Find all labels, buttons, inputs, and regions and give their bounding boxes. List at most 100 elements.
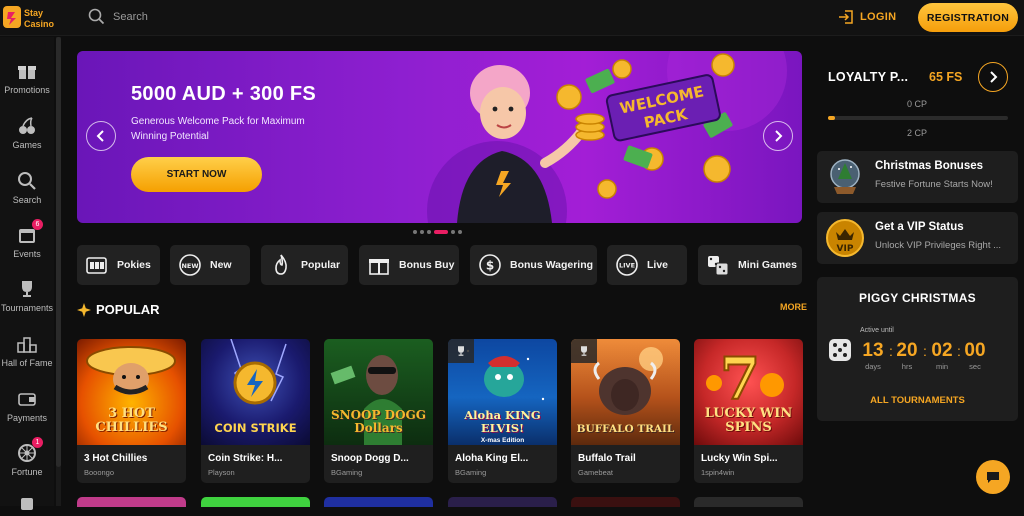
game-card-snoop-dogg-dollars[interactable]: SNOOP DOGG Dollars Snoop Dogg D... BGami… (324, 339, 433, 483)
sidebar-item-more[interactable] (0, 492, 54, 516)
category-new[interactable]: NEW New (170, 245, 250, 285)
banner-prev-button[interactable] (86, 121, 116, 151)
dollar-refresh-icon: $ (479, 254, 501, 276)
game-provider: Gamebeat (578, 468, 614, 477)
pagination-dot[interactable] (451, 230, 455, 234)
game-card-coin-strike[interactable]: COIN STRIKE Coin Strike: H... Playson (201, 339, 310, 483)
game-card-buffalo-trail[interactable]: BUFFALO TRAIL Buffalo Trail Gamebeat (571, 339, 680, 483)
chat-button[interactable] (976, 460, 1010, 494)
pagination-dot[interactable] (413, 230, 417, 234)
game-card-lucky-win-spins[interactable]: 7 LUCKY WIN SPINS Lucky Win Spi... 1spin… (694, 339, 803, 483)
pagination-dot[interactable] (458, 230, 462, 234)
new-badge-icon: NEW (179, 254, 201, 276)
search-icon (88, 8, 105, 25)
stay-casino-logo[interactable]: Stay Casino (2, 4, 64, 32)
game-card-3-hot-chillies[interactable]: 3 HOT CHILLIES 3 Hot Chillies Booongo (77, 339, 186, 483)
promo-subtitle: Festive Fortune Starts Now! (875, 179, 993, 190)
wallet-icon (17, 389, 37, 409)
pagination-dot[interactable] (420, 230, 424, 234)
registration-button[interactable]: REGISTRATION (918, 3, 1018, 32)
game-name: Buffalo Trail (578, 453, 636, 464)
promo-subtitle: Unlock VIP Privileges Right ... (875, 240, 1002, 251)
promo-christmas-bonuses[interactable]: Christmas Bonuses Festive Fortune Starts… (817, 151, 1018, 203)
active-until-label: Active until (860, 327, 894, 334)
game-card-aloha-king-elvis[interactable]: Aloha KING ELVIS! X-mas Edition Aloha Ki… (448, 339, 557, 483)
trophy-icon (581, 346, 587, 356)
calendar-icon: 6 (17, 219, 43, 245)
category-live[interactable]: LIVE Live (607, 245, 687, 285)
trophy-icon (17, 279, 37, 299)
loyalty-progress-fill (828, 116, 836, 120)
loyalty-open-button[interactable] (978, 62, 1008, 92)
tournament-trophy-tag (571, 339, 597, 363)
live-icon: LIVE (616, 254, 638, 276)
chevron-right-icon (990, 71, 998, 83)
game-provider: 1spin4win (701, 468, 735, 477)
welcome-banner[interactable]: WELCOME PACK 5000 AUD + 300 FS Generous … (77, 51, 802, 223)
promo-title: Get a VIP Status (875, 221, 964, 233)
category-bonus-buy[interactable]: Bonus Buy (359, 245, 459, 285)
chevron-right-icon (775, 130, 783, 142)
start-now-button[interactable]: START NOW (131, 157, 262, 192)
gift-icon (17, 61, 37, 81)
promo-title: Christmas Bonuses (875, 160, 984, 172)
chevron-left-icon (96, 130, 104, 142)
game-thumbnail: COIN STRIKE (201, 339, 310, 445)
login-label: LOGIN (860, 11, 897, 23)
promo-vip-status[interactable]: VIP Get a VIP Status Unlock VIP Privileg… (817, 212, 1018, 264)
category-popular[interactable]: Popular (261, 245, 348, 285)
flame-icon (275, 254, 287, 275)
login-button[interactable]: LOGIN (838, 9, 896, 25)
events-badge: 6 (32, 219, 43, 230)
loyalty-progress-bar (828, 116, 1008, 120)
login-icon (839, 10, 853, 24)
banner-next-button[interactable] (763, 121, 793, 151)
game-thumbnail: 3 HOT CHILLIES (77, 339, 186, 445)
loyalty-free-spins: 65 FS (929, 70, 963, 84)
tournament-trophy-tag (448, 339, 474, 363)
vip-badge-icon: VIP (826, 219, 864, 257)
game-provider: Booongo (84, 468, 115, 477)
banner-pagination[interactable] (413, 230, 462, 234)
game-name: Aloha King El... (455, 453, 529, 464)
sidebar-item-games[interactable]: Games (0, 116, 54, 150)
sidebar-scrollbar[interactable] (56, 37, 61, 506)
game-provider: BGaming (455, 468, 487, 477)
bag-icon (17, 492, 37, 512)
category-bonus-wagering[interactable]: $ Bonus Wagering (470, 245, 597, 285)
sidebar-item-hall-of-fame[interactable]: Hall of Fame (0, 334, 54, 368)
sidebar-item-payments[interactable]: Payments (0, 389, 54, 423)
countdown-minutes: 02 min (931, 340, 953, 371)
sidebar-item-fortune[interactable]: 1 Fortune (0, 437, 54, 477)
snow-globe-icon (830, 159, 860, 194)
banner-title: 5000 AUD + 300 FS (131, 83, 317, 105)
category-pokies[interactable]: Pokies (77, 245, 160, 285)
svg-text:7: 7 (720, 345, 760, 413)
all-tournaments-link[interactable]: ALL TOURNAMENTS (817, 395, 1018, 406)
loyalty-next-cp: 2 CP (907, 128, 928, 138)
pagination-dot-active[interactable] (434, 230, 448, 234)
loyalty-title: LOYALTY P... (828, 70, 909, 84)
game-name: Coin Strike: H... (208, 453, 283, 464)
sidebar-item-promotions[interactable]: Promotions (0, 61, 54, 95)
category-mini-games[interactable]: Mini Games (698, 245, 802, 285)
game-name: Snoop Dogg D... (331, 453, 409, 464)
tournament-title: PIGGY CHRISTMAS (859, 291, 976, 305)
sidebar-item-events[interactable]: 6 Events (0, 219, 54, 259)
sidebar-item-tournaments[interactable]: Tournaments (0, 279, 54, 313)
countdown-days: 13 days (862, 340, 884, 371)
countdown-seconds: 00 sec (964, 340, 986, 371)
tournament-card: PIGGY CHRISTMAS Active until 13 days : 20… (817, 277, 1018, 421)
sidebar-item-search[interactable]: Search (0, 171, 54, 205)
dice-icon (829, 339, 851, 361)
slot-machine-icon (86, 257, 107, 274)
game-name: 3 Hot Chillies (84, 453, 148, 464)
search-bar[interactable]: Search (88, 8, 148, 25)
trophy-icon (458, 346, 464, 356)
chat-icon (987, 472, 999, 483)
game-thumbnail: Aloha KING ELVIS! X-mas Edition (448, 339, 557, 445)
search-icon (17, 171, 37, 191)
more-link[interactable]: MORE (780, 302, 807, 312)
sidebar: Promotions Games Search 6 Events Tournam… (0, 37, 54, 510)
pagination-dot[interactable] (427, 230, 431, 234)
